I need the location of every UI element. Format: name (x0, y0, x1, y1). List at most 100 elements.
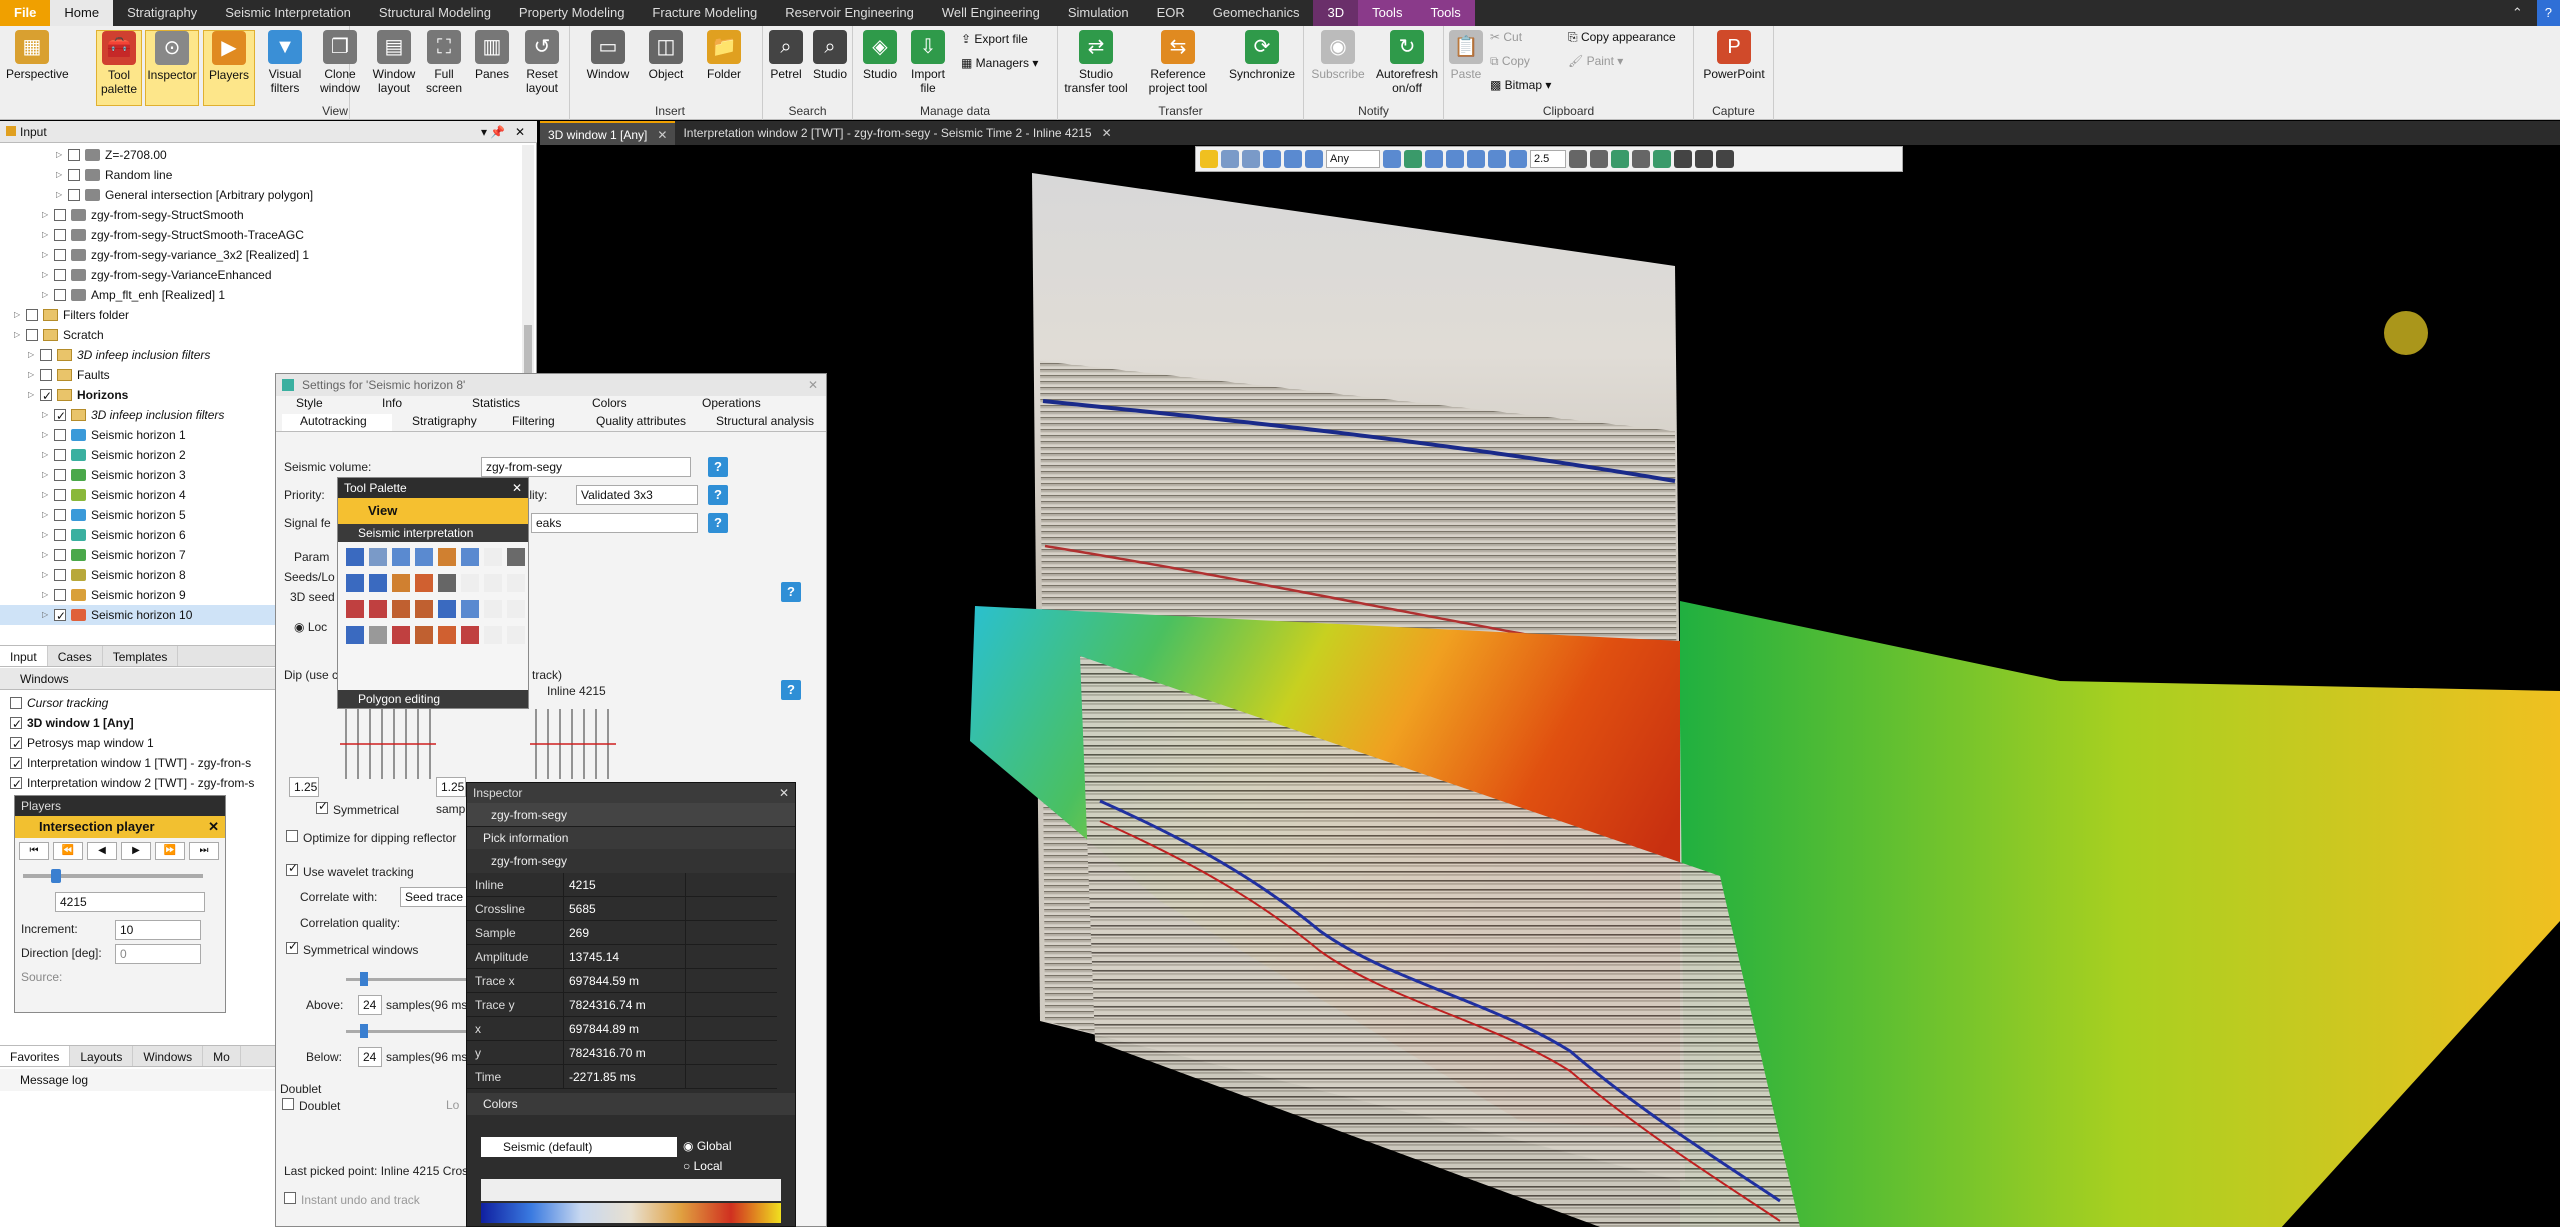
tab-input[interactable]: Input (0, 646, 48, 666)
tool-palette-close-icon[interactable]: ✕ (512, 478, 522, 498)
light-icon[interactable] (1569, 150, 1587, 168)
seismic-volume-field[interactable]: zgy-from-segy (481, 457, 691, 477)
player-close-icon[interactable]: ✕ (208, 816, 219, 838)
checkbox[interactable] (54, 269, 66, 281)
players-button[interactable]: ▶ Players (203, 30, 255, 106)
tool-icon[interactable] (415, 600, 433, 618)
cut-button[interactable]: ✂ Cut (1490, 30, 1522, 44)
tab-quality-attributes[interactable]: Quality attributes (582, 414, 702, 431)
tab-templates[interactable]: Templates (103, 646, 179, 666)
paint-button[interactable]: 🖌 Paint ▾ (1568, 54, 1623, 68)
checkbox[interactable] (54, 569, 66, 581)
direction-field[interactable]: 0 (115, 944, 201, 964)
tab-simulation[interactable]: Simulation (1054, 0, 1143, 26)
expand-icon[interactable]: ▷ (42, 445, 54, 465)
studio-transfer-button[interactable]: ⇄ Studio transfer tool (1062, 30, 1130, 95)
tool-icon[interactable] (369, 626, 387, 644)
tab-autotracking[interactable]: Autotracking (282, 414, 392, 431)
help-icon[interactable]: ? (781, 680, 801, 700)
tab-eor[interactable]: EOR (1143, 0, 1199, 26)
help-icon[interactable]: ? (708, 457, 728, 477)
tab-statistics[interactable]: Statistics (462, 396, 552, 414)
expand-icon[interactable]: ▷ (42, 205, 54, 225)
side-view-icon[interactable] (1488, 150, 1506, 168)
tab-tools-2[interactable]: Tools (1416, 0, 1475, 26)
pin-toolbar-icon[interactable] (1716, 150, 1734, 168)
synchronize-button[interactable]: ⟳ Synchronize (1222, 30, 1302, 81)
pane-menu-icon[interactable]: ▾ (481, 121, 487, 143)
checkbox[interactable] (10, 774, 22, 794)
checkbox[interactable] (54, 249, 66, 261)
checkbox[interactable] (54, 489, 66, 501)
tool-icon[interactable] (392, 548, 410, 566)
autorefresh-button[interactable]: ↻ Autorefresh on/off (1372, 30, 1442, 95)
tab-reservoir-engineering[interactable]: Reservoir Engineering (771, 0, 928, 26)
below-field[interactable]: 24 (358, 1047, 382, 1067)
colorbar[interactable] (481, 1203, 781, 1223)
tool-icon[interactable] (507, 548, 525, 566)
expand-icon[interactable]: ▷ (56, 185, 68, 205)
viewport-3d[interactable] (540, 121, 2560, 1227)
tree-item[interactable]: ▷ Scratch (0, 325, 520, 345)
tab-stratigraphy-settings[interactable]: Stratigraphy (392, 414, 502, 431)
tab-filtering[interactable]: Filtering (502, 414, 582, 431)
bitmap-button[interactable]: ▩ Bitmap ▾ (1490, 78, 1551, 92)
view-tab-3d-window[interactable]: 3D window 1 [Any] ✕ (540, 121, 676, 145)
checkbox[interactable] (286, 830, 298, 842)
select-tool-icon[interactable] (1200, 150, 1218, 168)
expand-icon[interactable]: ▷ (14, 325, 26, 345)
last-frame-button[interactable]: ⏭ (189, 842, 219, 860)
minimize-ribbon-icon[interactable]: ⌃ (2498, 0, 2537, 26)
display-icon[interactable] (1611, 150, 1629, 168)
export-file-button[interactable]: ⇪ Export file (961, 32, 1028, 46)
tab-cases[interactable]: Cases (48, 646, 103, 666)
checkbox[interactable] (284, 1192, 296, 1204)
help-icon[interactable]: ? (2536, 0, 2560, 26)
capture-icon[interactable] (1674, 150, 1692, 168)
instant-undo-checkbox[interactable]: Instant undo and track (284, 1192, 420, 1207)
checkbox[interactable] (54, 509, 66, 521)
global-radio[interactable]: ◉ Global (683, 1139, 732, 1153)
close-tab-icon[interactable]: ✕ (657, 128, 667, 142)
expand-icon[interactable]: ▷ (42, 485, 54, 505)
insert-object-button[interactable]: ◫ Object (640, 30, 692, 81)
local-radio[interactable]: ○ Local (683, 1159, 722, 1173)
tool-icon[interactable] (346, 626, 364, 644)
play-back-button[interactable]: ◀ (87, 842, 117, 860)
subscribe-button[interactable]: ◉ Subscribe (1306, 30, 1370, 81)
checkbox[interactable] (54, 469, 66, 481)
expand-icon[interactable]: ▷ (42, 225, 54, 245)
horizon-surface-right[interactable] (1680, 601, 2560, 1227)
dip-value-2[interactable]: 1.25 (436, 777, 466, 797)
tree-item[interactable]: ▷ zgy-from-segy-StructSmooth-TraceAGC (0, 225, 520, 245)
tool-icon[interactable] (461, 600, 479, 618)
tree-item[interactable]: ▷ Random line (0, 165, 520, 185)
tab-well-engineering[interactable]: Well Engineering (928, 0, 1054, 26)
above-field[interactable]: 24 (358, 995, 382, 1015)
tool-icon[interactable] (392, 574, 410, 592)
checkbox[interactable] (54, 589, 66, 601)
expand-icon[interactable]: ▷ (28, 345, 40, 365)
tool-icon[interactable] (461, 626, 479, 644)
checkbox[interactable] (316, 799, 328, 814)
checkbox[interactable] (26, 309, 38, 321)
tab-3d[interactable]: 3D (1313, 0, 1359, 26)
expand-icon[interactable]: ▷ (42, 425, 54, 445)
axis-icon[interactable] (1632, 150, 1650, 168)
zoom-tool-icon[interactable] (1263, 150, 1281, 168)
tool-icon[interactable] (507, 600, 525, 618)
tab-tools-1[interactable]: Tools (1358, 0, 1417, 26)
checkbox[interactable] (54, 289, 66, 301)
vertical-exaggeration-field[interactable]: 2.5 (1530, 150, 1566, 168)
pan-tool-icon[interactable] (1284, 150, 1302, 168)
expand-icon[interactable]: ▷ (42, 285, 54, 305)
loc-radio[interactable]: ◉ Loc (294, 620, 327, 634)
fit-view-icon[interactable] (1425, 150, 1443, 168)
tree-item[interactable]: ▷ Amp_flt_enh [Realized] 1 (0, 285, 520, 305)
pick-info-section[interactable]: Pick information (467, 827, 795, 849)
tab-favorites[interactable]: Favorites (0, 1046, 71, 1066)
checkbox[interactable] (68, 189, 80, 201)
tab-fracture-modeling[interactable]: Fracture Modeling (638, 0, 771, 26)
step-back-button[interactable]: ⏪ (53, 842, 83, 860)
polygon-editing-section[interactable]: Polygon editing (338, 690, 528, 708)
